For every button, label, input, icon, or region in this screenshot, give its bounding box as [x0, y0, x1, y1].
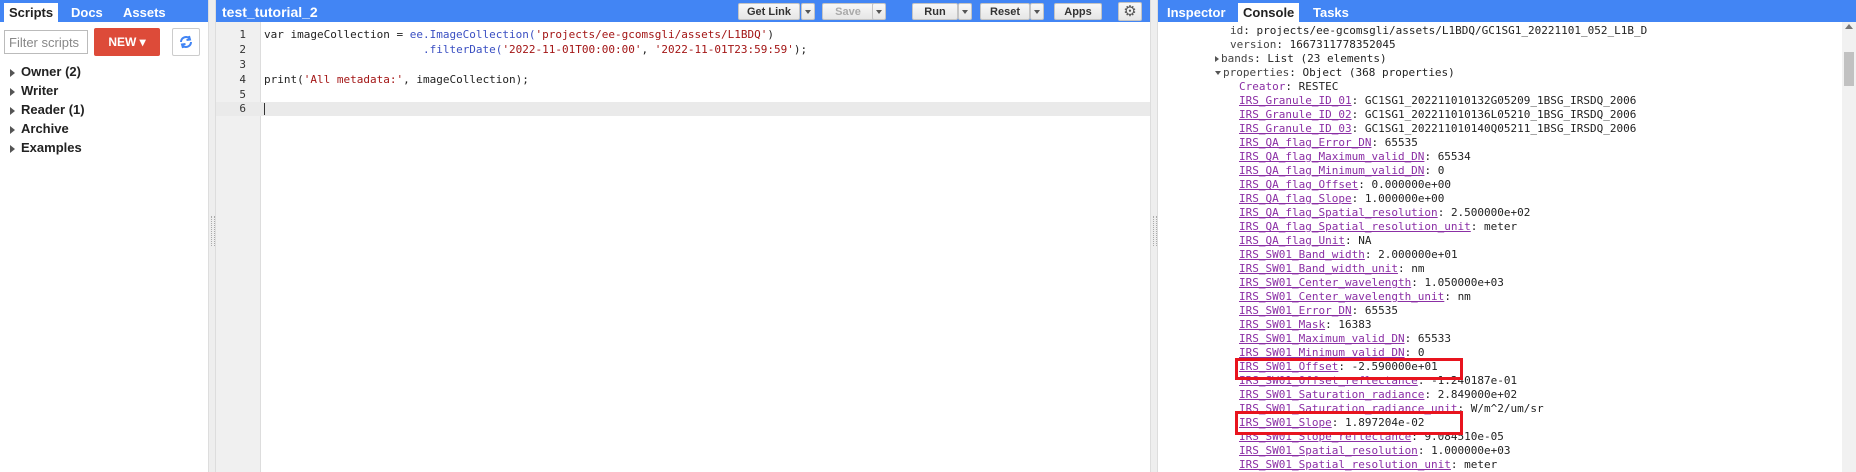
- console-scrollbar[interactable]: [1842, 22, 1856, 472]
- tree-owner[interactable]: Owner (2): [10, 63, 81, 81]
- script-title[interactable]: test_tutorial_2: [222, 3, 318, 21]
- property-row: IRS_QA_flag_Maximum_valid_DN: 65534: [1239, 150, 1471, 163]
- left-tab-bar: Scripts Docs Assets: [0, 0, 208, 22]
- console-header-line[interactable]: properties: Object (368 properties): [1215, 66, 1455, 80]
- property-row: IRS_SW01_Mask: 16383: [1239, 318, 1372, 331]
- line-number: 1: [239, 28, 246, 41]
- line-number: 4: [239, 73, 246, 86]
- get-link-dropdown[interactable]: [801, 3, 815, 20]
- tab-assets[interactable]: Assets: [118, 3, 171, 22]
- tree-reader[interactable]: Reader (1): [10, 101, 85, 119]
- tab-scripts[interactable]: Scripts: [4, 3, 59, 22]
- expand-icon: [1215, 56, 1219, 62]
- left-splitter[interactable]: [208, 0, 216, 472]
- property-row: IRS_QA_flag_Error_DN: 65535: [1239, 136, 1418, 149]
- console-header-line: version: 1667311778352045: [1230, 38, 1396, 51]
- console-header-line[interactable]: bands: List (23 elements): [1215, 52, 1387, 66]
- property-row: IRS_SW01_Spatial_resolution: 1.000000e+0…: [1239, 444, 1511, 457]
- property-row: IRS_SW01_Saturation_radiance: 2.849000e+…: [1239, 388, 1518, 401]
- reset-button[interactable]: Reset: [980, 3, 1030, 20]
- refresh-button[interactable]: [172, 28, 200, 56]
- refresh-icon: [180, 35, 192, 49]
- tree-archive[interactable]: Archive: [10, 120, 69, 138]
- expand-icon: [10, 125, 15, 134]
- scroll-up-icon[interactable]: [1845, 24, 1853, 29]
- property-row: IRS_QA_flag_Slope: 1.000000e+00: [1239, 192, 1445, 205]
- right-splitter[interactable]: [1150, 0, 1158, 472]
- splitter-grip: [1153, 216, 1157, 246]
- property-row: IRS_SW01_Band_width: 2.000000e+01: [1239, 248, 1458, 261]
- line-number: 2: [239, 43, 246, 56]
- property-row: IRS_Granule_ID_02: GC1SG1_202211010136L0…: [1239, 108, 1637, 121]
- apps-button[interactable]: Apps: [1054, 3, 1102, 20]
- expand-icon: [10, 87, 15, 96]
- property-row: IRS_SW01_Center_wavelength_unit: nm: [1239, 290, 1471, 303]
- line-number: 3: [239, 58, 246, 71]
- property-row: IRS_Granule_ID_01: GC1SG1_202211010132G0…: [1239, 94, 1637, 107]
- expand-icon: [10, 144, 15, 153]
- scrollbar-thumb[interactable]: [1844, 52, 1854, 86]
- console-header-line: id: projects/ee-gcomsgli/assets/L1BDQ/GC…: [1230, 24, 1648, 37]
- collapse-icon: [1215, 71, 1221, 75]
- new-button[interactable]: NEW ▾: [94, 28, 160, 56]
- text-cursor: [264, 103, 265, 115]
- get-link-button[interactable]: Get Link: [738, 3, 800, 20]
- run-button[interactable]: Run: [912, 3, 958, 20]
- tree-writer[interactable]: Writer: [10, 82, 58, 100]
- expand-icon: [10, 106, 15, 115]
- highlight-offset-box: [1235, 358, 1463, 380]
- save-dropdown[interactable]: [872, 3, 886, 20]
- property-row: IRS_QA_flag_Minimum_valid_DN: 0: [1239, 164, 1445, 177]
- property-row: IRS_QA_flag_Spatial_resolution_unit: met…: [1239, 220, 1518, 233]
- property-row: IRS_Granule_ID_03: GC1SG1_202211010140Q0…: [1239, 122, 1637, 135]
- property-row: IRS_QA_flag_Unit: NA: [1239, 234, 1372, 247]
- active-line-highlight: [216, 102, 1150, 116]
- property-row: IRS_SW01_Error_DN: 65535: [1239, 304, 1398, 317]
- property-row: Creator: RESTEC: [1239, 80, 1339, 93]
- property-row: IRS_SW01_Band_width_unit: nm: [1239, 262, 1425, 275]
- gear-icon: ⚙: [1123, 3, 1137, 20]
- splitter-grip: [211, 216, 215, 246]
- right-tab-bar: Inspector Console Tasks: [1158, 0, 1856, 22]
- property-row: IRS_QA_flag_Offset: 0.000000e+00: [1239, 178, 1451, 191]
- filter-scripts-input[interactable]: Filter scripts: [4, 30, 88, 54]
- code-editor[interactable]: [261, 22, 1150, 472]
- property-row: IRS_QA_flag_Spatial_resolution: 2.500000…: [1239, 206, 1531, 219]
- code-line: .filterDate('2022-11-01T00:00:00', '2022…: [422, 43, 808, 56]
- code-line: var imageCollection = ee.ImageCollection…: [264, 28, 774, 41]
- line-number: 6: [239, 102, 246, 115]
- reset-dropdown[interactable]: [1030, 3, 1044, 20]
- property-row: IRS_SW01_Spatial_resolution_unit: meter: [1239, 458, 1498, 471]
- save-button[interactable]: Save: [822, 3, 874, 20]
- code-line: print('All metadata:', imageCollection);: [264, 73, 529, 86]
- property-row: IRS_SW01_Maximum_valid_DN: 65533: [1239, 332, 1451, 345]
- property-row: IRS_SW01_Center_wavelength: 1.050000e+03: [1239, 276, 1504, 289]
- highlight-slope-box: [1235, 411, 1463, 435]
- line-number: 5: [239, 88, 246, 101]
- tab-console[interactable]: Console: [1238, 3, 1300, 22]
- tab-inspector[interactable]: Inspector: [1162, 3, 1231, 22]
- settings-button[interactable]: ⚙: [1118, 2, 1142, 21]
- tab-docs[interactable]: Docs: [66, 3, 108, 22]
- expand-icon: [10, 68, 15, 77]
- tree-examples[interactable]: Examples: [10, 139, 82, 157]
- run-dropdown[interactable]: [958, 3, 972, 20]
- tab-tasks[interactable]: Tasks: [1308, 3, 1354, 22]
